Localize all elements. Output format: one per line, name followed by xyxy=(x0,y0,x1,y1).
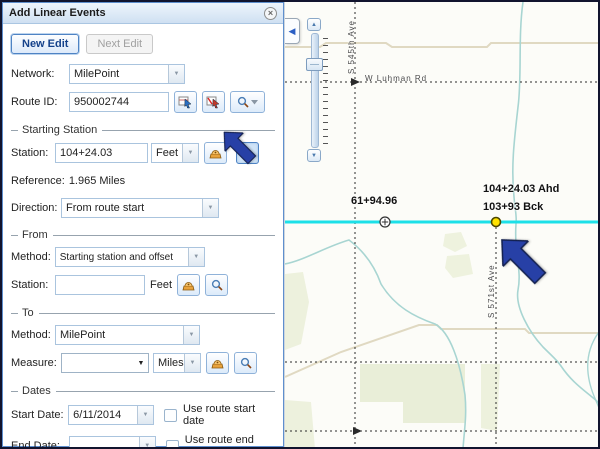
zoom-to-measure-button[interactable] xyxy=(234,352,257,374)
network-value: MilePoint xyxy=(70,68,168,80)
to-method-select[interactable]: MilePoint xyxy=(55,325,200,345)
app-window: Add Linear Events × New Edit Next Edit N… xyxy=(0,0,600,449)
close-icon[interactable]: × xyxy=(264,7,277,20)
from-section-title: From xyxy=(11,229,275,241)
selected-ahead-label: 104+24.03 Ahd xyxy=(483,183,559,195)
basemap xyxy=(285,2,598,447)
map-cursor-red-icon xyxy=(206,95,221,109)
network-label: Network: xyxy=(11,68,69,80)
zoom-slider-thumb[interactable] xyxy=(306,58,323,71)
zoom-out-button[interactable] xyxy=(307,149,321,162)
measure-unit-select[interactable]: Miles xyxy=(153,353,201,373)
search-icon xyxy=(211,279,223,291)
new-edit-button[interactable]: New Edit xyxy=(11,34,79,54)
chevron-down-icon[interactable] xyxy=(188,248,204,266)
use-route-start-date-label: Use route start date xyxy=(183,403,275,427)
panel-header: Add Linear Events × xyxy=(3,3,283,24)
station-label: Station: xyxy=(11,147,55,159)
zoom-in-button[interactable] xyxy=(307,18,321,31)
zoom-slider-track[interactable] xyxy=(311,33,319,148)
from-station-label: Station: xyxy=(11,279,55,291)
station-unit-value: Feet xyxy=(152,147,182,159)
starting-station-input[interactable] xyxy=(55,143,148,163)
route-id-label: Route ID: xyxy=(11,96,69,108)
chevron-down-icon xyxy=(251,100,258,105)
reference-value: 1.965 Miles xyxy=(69,175,125,187)
from-station-unit: Feet xyxy=(150,279,172,291)
station-instrument-icon xyxy=(181,279,196,292)
select-route-on-map-button[interactable] xyxy=(174,91,197,113)
measure-label: Measure: xyxy=(11,357,61,369)
zoom-to-station-button[interactable] xyxy=(205,274,228,296)
use-route-end-date-label: Use route end date xyxy=(185,434,275,449)
reference-label: Reference: xyxy=(11,175,65,187)
route-search-menu-button[interactable] xyxy=(230,91,265,113)
chevron-down-icon[interactable] xyxy=(182,144,198,162)
chevron-down-icon[interactable] xyxy=(137,406,153,424)
direction-value: From route start xyxy=(62,202,202,214)
chevron-down-icon[interactable] xyxy=(202,199,218,217)
map-cursor-blue-icon xyxy=(178,95,193,109)
from-method-value: Starting station and offset xyxy=(56,252,188,263)
use-route-start-date-checkbox[interactable] xyxy=(164,409,177,422)
to-method-label: Method: xyxy=(11,329,55,341)
collapse-panel-button[interactable] xyxy=(285,18,300,44)
selected-back-label: 103+93 Bck xyxy=(483,201,543,213)
network-select[interactable]: MilePoint xyxy=(69,64,185,84)
chevron-down-icon[interactable] xyxy=(168,65,184,83)
station-instrument-icon xyxy=(208,147,223,160)
map-viewport[interactable]: 61+94.96 104+24.03 Ahd 103+93 Bck W Luhm… xyxy=(284,2,598,447)
start-date-picker[interactable]: 6/11/2014 xyxy=(68,405,154,425)
measure-unit-value: Miles xyxy=(154,357,184,369)
chevron-down-icon[interactable] xyxy=(134,360,148,367)
station-instrument-icon xyxy=(210,357,225,370)
road-label-s571: S 571st Ave xyxy=(487,264,496,318)
from-method-label: Method: xyxy=(11,251,51,263)
measure-tool-button[interactable] xyxy=(177,274,200,296)
station-measure-label: 61+94.96 xyxy=(351,195,397,207)
selected-station-point[interactable] xyxy=(492,218,501,227)
dates-section-title: Dates xyxy=(11,385,275,397)
chevron-down-icon[interactable] xyxy=(184,354,200,372)
chevron-down-icon[interactable] xyxy=(183,326,199,344)
route-id-input[interactable] xyxy=(69,92,169,112)
panel-body: New Edit Next Edit Network: MilePoint Ro… xyxy=(3,24,283,449)
next-edit-button[interactable]: Next Edit xyxy=(86,34,153,54)
from-station-input[interactable] xyxy=(55,275,145,295)
to-section-title: To xyxy=(11,307,275,319)
station-unit-select[interactable]: Feet xyxy=(151,143,199,163)
end-date-picker[interactable] xyxy=(69,436,156,449)
start-date-value: 6/11/2014 xyxy=(69,409,137,421)
end-date-label: End Date: xyxy=(11,440,69,449)
use-route-end-date-checkbox[interactable] xyxy=(166,440,179,449)
station-marker xyxy=(380,217,390,227)
direction-label: Direction: xyxy=(11,202,61,214)
measure-combobox[interactable] xyxy=(61,353,149,373)
clear-route-selection-button[interactable] xyxy=(202,91,225,113)
chevron-down-icon[interactable] xyxy=(139,437,155,449)
start-date-label: Start Date: xyxy=(11,409,68,421)
to-method-value: MilePoint xyxy=(56,329,183,341)
road-label-w-luhman: W Luhman Rd xyxy=(365,74,427,83)
search-icon xyxy=(237,96,249,108)
add-linear-events-panel: Add Linear Events × New Edit Next Edit N… xyxy=(2,2,284,447)
from-method-select[interactable]: Starting station and offset xyxy=(55,247,205,267)
road-label-s545: S 545th Ave xyxy=(347,20,356,74)
measure-tool-button[interactable] xyxy=(206,352,229,374)
direction-select[interactable]: From route start xyxy=(61,198,219,218)
search-icon xyxy=(240,357,252,369)
panel-title: Add Linear Events xyxy=(9,7,264,19)
